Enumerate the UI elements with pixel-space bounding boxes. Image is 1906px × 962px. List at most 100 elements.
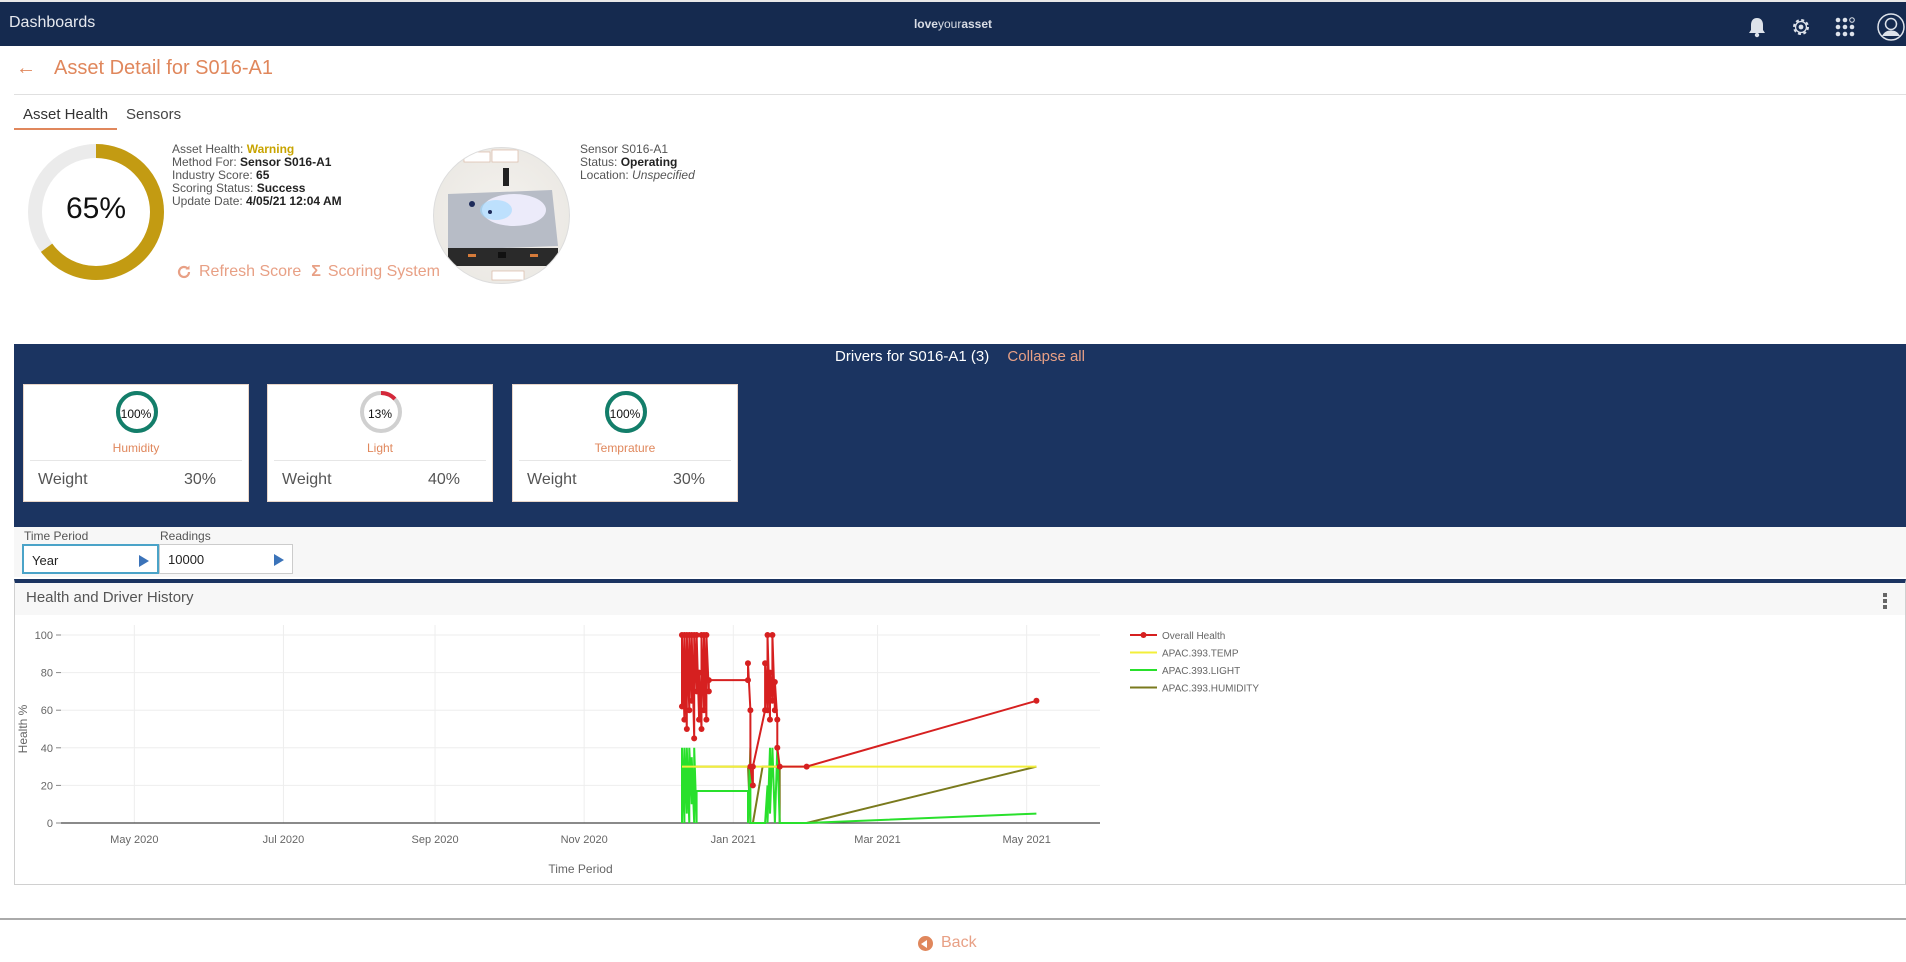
arrow-left-circle-icon — [918, 935, 933, 951]
data-point — [774, 744, 781, 751]
weight-value: 30% — [183, 471, 216, 488]
data-point — [769, 697, 776, 704]
x-tick-label: Jul 2020 — [263, 834, 305, 846]
card-divider — [519, 460, 731, 461]
legend-marker — [1140, 632, 1147, 638]
sensor-status-value: Operating — [620, 155, 678, 169]
filter-bar: Time Period Year Readings 10000 — [14, 527, 1906, 577]
field-label: Update Date: — [172, 194, 247, 208]
industry-score-value: 65 — [256, 168, 270, 182]
data-point — [762, 660, 769, 667]
sensor-photo — [433, 147, 570, 284]
data-point — [678, 703, 685, 710]
data-point — [688, 697, 695, 704]
y-axis-title: Health % — [16, 704, 30, 753]
health-score: 65% — [65, 192, 127, 225]
data-point — [700, 707, 707, 714]
readings-label: Readings — [160, 529, 211, 543]
time-period-label: Time Period — [24, 529, 89, 543]
refresh-icon — [177, 265, 191, 279]
time-period-value: Year — [32, 553, 59, 568]
scoring-system-button[interactable]: Σ Scoring System — [311, 263, 440, 281]
tab-asset-health[interactable]: Asset Health — [14, 104, 118, 130]
data-point — [749, 782, 756, 789]
field-label: Industry Score: — [172, 168, 257, 182]
field-label: Location: — [580, 168, 633, 182]
asset-health-status: Warning — [246, 142, 295, 156]
app-logo: loveyourasset — [0, 17, 1906, 31]
data-point — [776, 763, 783, 770]
sensor-location-row: Location: Unspecified — [580, 169, 695, 182]
weight-label: Weight — [38, 471, 88, 488]
sensor-info: Sensor S016-A1 Status: Operating Locatio… — [580, 143, 695, 182]
health-actions: Refresh Score Σ Scoring System — [176, 263, 440, 281]
field-label: Asset Health: — [172, 142, 247, 156]
drivers-header: Drivers for S016-A1 (3) Collapse all — [14, 348, 1906, 365]
data-point — [774, 716, 781, 723]
data-point — [803, 763, 810, 770]
time-period-select[interactable]: Year — [22, 544, 159, 574]
data-point — [747, 707, 754, 714]
data-point — [769, 632, 776, 638]
data-point — [681, 716, 688, 723]
data-point — [691, 735, 698, 742]
data-point — [705, 688, 712, 695]
data-point — [683, 726, 690, 732]
top-bar: Dashboards loveyourasset — [0, 0, 1906, 46]
driver-name: Humidity — [112, 441, 160, 455]
update-date-value: 4/05/21 12:04 AM — [246, 194, 342, 208]
submit-arrow-icon[interactable] — [274, 554, 284, 566]
method-value: Sensor S016-A1 — [240, 155, 332, 169]
x-tick-label: Nov 2020 — [561, 834, 608, 846]
data-point — [1033, 697, 1040, 704]
legend-label: APAC.393.LIGHT — [1162, 666, 1240, 677]
health-info: Asset Health: Warning Method For: Sensor… — [172, 143, 342, 208]
x-tick-label: May 2020 — [110, 834, 158, 846]
page-title: Asset Detail for S016-A1 — [54, 57, 273, 79]
driver-card-humidity[interactable]: 100% Humidity Weight 30% — [23, 384, 249, 502]
arrow-left-icon[interactable]: ← — [16, 57, 36, 80]
driver-card-temperature[interactable]: 100% Temprature Weight 30% — [512, 384, 738, 502]
y-tick-label: 60 — [41, 705, 53, 717]
health-history-chart: 0 20 40 60 80 100 May 2020 Jul 2020 Sep 2020 Nov … — [16, 625, 1259, 876]
data-point — [744, 677, 751, 684]
update-date-row: Update Date: 4/05/21 12:04 AM — [172, 195, 342, 208]
x-tick-label: Mar 2021 — [854, 834, 900, 846]
data-point — [696, 669, 703, 676]
x-tick-label: Jan 2021 — [711, 834, 756, 846]
tab-sensors[interactable]: Sensors — [117, 104, 190, 130]
data-point — [686, 707, 693, 714]
series-line-apac-393-humidity — [682, 765, 1037, 824]
driver-score: 13% — [367, 407, 393, 421]
weight-label: Weight — [527, 471, 577, 488]
readings-input[interactable]: 10000 — [159, 544, 293, 574]
back-button[interactable]: Back — [918, 934, 977, 952]
data-point — [766, 716, 773, 723]
driver-name: Temprature — [594, 441, 656, 455]
health-history-panel: Health and Driver History 0 20 40 60 80 100 Ma… — [14, 579, 1906, 885]
driver-score: 100% — [120, 407, 152, 421]
kebab-menu-icon[interactable] — [1883, 593, 1887, 611]
weight-label: Weight — [282, 471, 332, 488]
dropdown-arrow-icon — [139, 555, 149, 567]
user-avatar-icon[interactable] — [1876, 12, 1906, 42]
bell-icon[interactable] — [1744, 14, 1770, 40]
refresh-score-button[interactable]: Refresh Score — [176, 263, 301, 281]
data-point — [744, 660, 751, 667]
data-point — [771, 679, 778, 685]
data-point — [703, 716, 710, 723]
collapse-all-link[interactable]: Collapse all — [1007, 348, 1085, 365]
weight-value: 30% — [672, 471, 705, 488]
legend-label: APAC.393.HUMIDITY — [1162, 684, 1259, 695]
readings-value: 10000 — [168, 552, 205, 567]
app-grid-icon[interactable] — [1832, 14, 1858, 40]
weight-value: 40% — [427, 471, 460, 488]
header-divider — [14, 94, 1906, 95]
field-label: Method For: — [172, 155, 241, 169]
driver-name: Light — [366, 441, 394, 455]
back-label: Back — [941, 934, 977, 951]
data-point — [749, 763, 756, 770]
driver-card-light[interactable]: 13% Light Weight 40% — [267, 384, 493, 502]
drivers-panel: Drivers for S016-A1 (3) Collapse all 100… — [14, 344, 1906, 527]
gear-icon[interactable] — [1788, 14, 1814, 40]
